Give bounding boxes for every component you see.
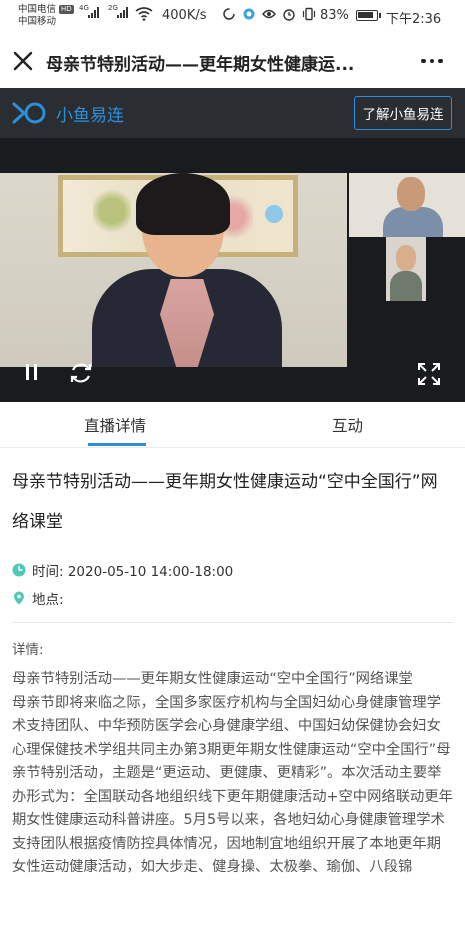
tab-live-detail[interactable]: 直播详情 [84,414,146,436]
hd-badge: HD [59,5,74,14]
detail-label: 详情: [12,642,44,658]
detail-body: 母亲节特别活动——更年期女性健康运动“空中全国行”网络课堂 母亲节即将来临之际，… [12,668,454,880]
event-title: 母亲节特别活动——更年期女性健康运动“空中全国行”网络课堂 [12,472,438,532]
learn-more-button[interactable]: 了解小鱼易连 [354,96,452,130]
clock: 下午2:36 [386,12,442,27]
divider [12,622,453,623]
carrier-2: 中国移动 [18,16,57,27]
active-tab-indicator [88,443,146,446]
dot-icon [421,58,426,64]
xiaoyu-logo-icon [12,102,46,124]
battery-percent: 83% [320,8,349,23]
wifi-icon [135,7,153,21]
carrier-1: 中国电信 [18,4,57,15]
video-player[interactable] [0,138,465,402]
network-speed: 400K/s [162,8,207,23]
event-time-text: 时间: 2020-05-10 14:00-18:00 [32,564,234,580]
detail-paragraph-2: 母亲节即将来临之际，全国多家医疗机构与全国妇幼心身健康管理学术支持团队、中华预防… [12,694,453,876]
video-controls [0,352,465,402]
alarm-icon [283,9,295,21]
event-location-text: 地点: [32,592,64,608]
event-time: 时间: 2020-05-10 14:00-18:00 [12,560,233,580]
dot-icon [438,58,443,64]
fullscreen-icon[interactable] [416,361,442,387]
refresh-icon[interactable] [68,360,94,386]
brand-banner: 小鱼易连 了解小鱼易连 [0,88,465,138]
page-title: 母亲节特别活动——更年期女性健康运... [46,55,355,75]
event-content: 母亲节特别活动——更年期女性健康运动“空中全国行”网络课堂 时间: 2020-0… [0,448,465,929]
pause-icon[interactable] [26,364,46,386]
battery-icon [356,10,381,21]
dot-icon [429,58,435,64]
detail-paragraph-1: 母亲节特别活动——更年期女性健康运动“空中全国行”网络课堂 [12,671,413,687]
browser-icon [243,8,255,20]
participant-video-2[interactable] [386,237,426,301]
close-icon[interactable] [10,48,36,74]
sync-icon [223,8,235,20]
brand-logo[interactable]: 小鱼易连 [12,100,124,126]
title-bar: 母亲节特别活动——更年期女性健康运... [0,34,465,88]
tab-bar: 直播详情 互动 [0,402,465,448]
speaker-hair [136,173,230,235]
location-pin-icon [14,591,24,605]
status-icons [222,7,316,21]
vibrate-icon [302,7,316,21]
participant-video-1[interactable] [349,173,465,237]
more-options-button[interactable] [418,50,446,72]
event-location: 地点: [12,588,64,608]
eye-icon [262,9,276,19]
status-bar: 中国电信 HD 中国移动 4G 2G 400K/s 83% 下午2:36 [0,0,465,34]
signal-icon-1: 4G [79,4,99,18]
clock-icon [12,563,26,577]
carrier-info: 中国电信 HD 中国移动 [18,4,74,28]
tab-interact[interactable]: 互动 [332,414,363,436]
signal-icon-2: 2G [108,4,128,18]
brand-name: 小鱼易连 [56,105,124,126]
main-video-feed [0,173,347,367]
